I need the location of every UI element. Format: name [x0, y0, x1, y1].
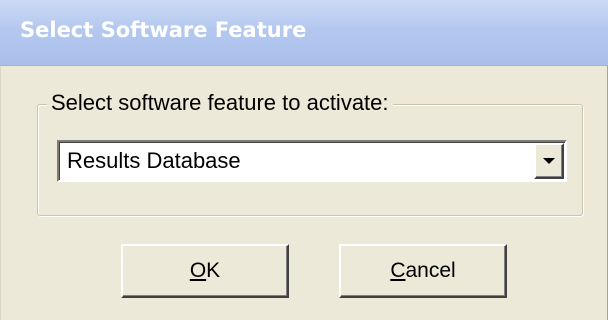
ok-button-label: K [206, 259, 221, 282]
cancel-button-mnemonic: C [390, 259, 406, 282]
dialog-window: Select Software Feature Select software … [0, 0, 608, 320]
cancel-button[interactable]: Cancel [339, 244, 507, 298]
ok-button-mnemonic: O [189, 259, 207, 282]
dialog-body: Select software feature to activate: Res… [0, 66, 608, 320]
cancel-button-label: ancel [405, 259, 456, 282]
feature-select[interactable]: Results Database [57, 140, 567, 182]
window-title: Select Software Feature [20, 18, 307, 42]
title-bar[interactable]: Select Software Feature [0, 0, 608, 66]
ok-button[interactable]: OK [121, 244, 289, 298]
feature-select-dropdown-button[interactable] [534, 143, 564, 179]
chevron-down-icon [543, 158, 555, 164]
feature-select-value: Results Database [67, 148, 241, 173]
feature-group-label: Select software feature to activate: [47, 90, 393, 116]
